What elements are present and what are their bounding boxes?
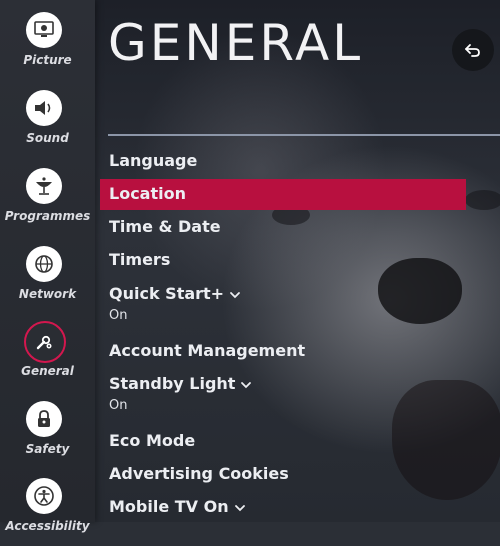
sidebar-item-label: Network [18,287,77,301]
sidebar-item-accessibility[interactable]: Accessibility [0,472,95,546]
sidebar-item-label: Sound [26,131,69,145]
sidebar-item-label: Accessibility [5,519,90,533]
satellite-dish-icon [26,168,62,204]
sidebar-item-picture[interactable]: Picture [0,6,95,80]
menu-item-eco-mode[interactable]: Eco Mode [100,429,466,455]
menu-item-mobile-tv-on[interactable]: Mobile TV On [100,495,466,521]
menu-item-label: Location [109,184,186,203]
picture-icon [26,12,62,48]
chevron-down-icon [230,291,240,298]
back-arrow-icon [465,44,480,57]
menu-item-label: Language [109,151,198,170]
menu-item-account-management[interactable]: Account Management [100,339,466,365]
sidebar-item-label: Programmes [4,209,91,223]
standby-light-value: On [109,398,128,413]
page-title: GENERAL [108,14,364,72]
lock-icon [26,401,62,437]
menu-item-time-date[interactable]: Time & Date [100,215,466,241]
sidebar-item-general[interactable]: General [0,317,95,391]
menu-item-label: Mobile TV On [109,496,246,518]
menu-item-label: Standby Light [109,373,252,395]
menu-item-label: Timers [109,250,171,269]
settings-sidebar: Picture Sound Programmes Network General… [0,0,95,533]
menu-item-label: Time & Date [109,217,221,236]
wrench-gear-icon [24,321,66,363]
menu-item-standby-light[interactable]: Standby Light On [100,372,466,416]
sidebar-item-sound[interactable]: Sound [0,84,95,158]
menu-item-quick-start[interactable]: Quick Start+ On [100,282,466,326]
sidebar-item-label: General [21,364,74,378]
menu-item-language[interactable]: Language [100,148,466,174]
menu-item-label: Account Management [109,341,306,360]
menu-item-timers[interactable]: Timers [100,248,466,274]
sidebar-item-network[interactable]: Network [0,240,95,314]
menu-item-label: Quick Start+ [109,283,241,305]
speaker-icon [26,90,62,126]
sidebar-item-label: Safety [25,442,70,456]
chevron-down-icon [234,504,245,511]
header-divider [108,134,500,136]
sidebar-item-programmes[interactable]: Programmes [0,162,95,236]
back-button[interactable] [452,29,494,71]
quick-start-value: On [109,308,128,323]
menu-item-label: Advertising Cookies [109,464,289,483]
accessibility-icon [26,478,62,514]
globe-icon [26,246,62,282]
menu-item-label: Eco Mode [109,431,196,450]
menu-item-advertising-cookies[interactable]: Advertising Cookies [100,462,466,488]
menu-item-location[interactable]: Location [100,179,466,210]
background-dog-eye [465,190,500,210]
sidebar-item-safety[interactable]: Safety [0,395,95,469]
sidebar-item-label: Picture [23,53,72,67]
chevron-down-icon [241,381,252,388]
